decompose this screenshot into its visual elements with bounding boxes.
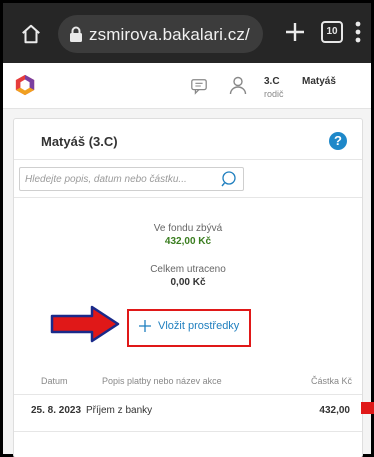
app-header: 3.C rodič Matyáš [3,63,371,109]
home-icon[interactable] [20,23,42,45]
app-page: 3.C rodič Matyáš Matyáš (3.C) ? Ve fondu… [3,63,371,457]
tab-count: 10 [326,26,338,37]
add-funds-label: Vložit prostředky [158,320,240,332]
fund-card: Matyáš (3.C) ? Ve fondu zbývá 432,00 Kč … [13,118,363,457]
help-icon[interactable]: ? [329,132,347,150]
highlight-marker [361,402,374,414]
divider [14,197,362,198]
transaction-description: Příjem z banky [86,405,153,416]
column-header-description: Popis platby nebo název akce [102,376,222,386]
search-input[interactable] [20,168,220,190]
column-header-amount: Částka Kč [310,376,352,386]
highlight-box: Vložit prostředky [127,309,251,347]
tabs-icon[interactable]: 10 [321,21,343,43]
url-text: zsmirova.bakalari.cz/ [89,25,250,44]
user-icon[interactable] [228,75,248,95]
spent-label: Celkem utraceno [150,264,226,275]
user-name[interactable]: Matyáš [302,76,336,87]
user-role: rodič [264,89,284,99]
plus-icon [139,320,151,332]
card-title: Matyáš (3.C) [41,134,118,149]
message-icon[interactable] [190,77,208,95]
address-bar[interactable]: zsmirova.bakalari.cz/ [58,15,263,53]
spent-value: 0,00 Kč [170,277,206,288]
divider [14,394,362,395]
add-funds-button[interactable]: Vložit prostředky [138,319,239,333]
remaining-label: Ve fondu zbývá [153,223,223,234]
remaining-value: 432,00 Kč [164,236,212,247]
column-header-date: Datum [41,376,68,386]
transaction-date: 25. 8. 2023 [31,405,82,416]
logo-icon[interactable] [14,74,36,96]
more-vert-icon[interactable] [355,20,361,44]
lock-icon [70,26,82,42]
plus-icon[interactable] [283,20,307,44]
divider [14,159,362,160]
divider [14,431,362,432]
help-label: ? [334,133,342,148]
transaction-amount: 432,00 [319,405,350,416]
search-box [19,167,244,191]
browser-toolbar: zsmirova.bakalari.cz/ 10 [3,3,371,63]
arrow-icon [50,305,120,343]
search-icon[interactable] [220,170,238,188]
user-class[interactable]: 3.C [264,76,280,87]
